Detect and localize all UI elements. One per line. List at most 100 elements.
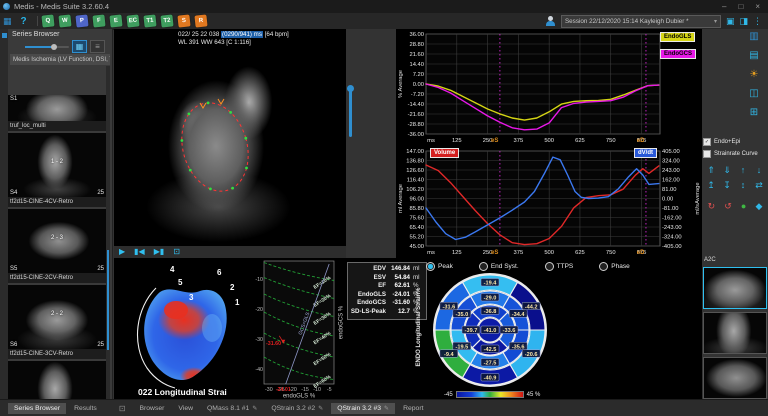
mode-label: End Syst. [491, 263, 519, 270]
arrow-icon-4[interactable]: ↥ [707, 180, 715, 191]
fit-to-view-button[interactable]: ⊡ [173, 247, 180, 257]
svg-text:-15: -15 [301, 387, 309, 393]
grid-view-button[interactable]: ▦ [72, 40, 87, 53]
series-frame-count: 25 [97, 190, 104, 196]
arrow-icon-0[interactable]: ⇑ [707, 165, 715, 176]
svg-text:% Average: % Average [398, 70, 404, 98]
layout-grid-icon[interactable]: ▦ [3, 16, 12, 27]
tool-icon-2[interactable]: ☀ [750, 69, 759, 80]
arrow-icon-6[interactable]: ↕ [741, 180, 746, 191]
svg-text:-20.6: -20.6 [525, 352, 538, 358]
legend-chip-volume[interactable]: Volume [430, 148, 459, 158]
restore-session-button[interactable]: ◨ [739, 16, 748, 27]
ef-nomogram-chart[interactable]: -30-25-20-15-10-5-10-20-30-40EF=10%EF=20… [251, 258, 345, 399]
close-button[interactable]: × [755, 2, 760, 11]
app-icon-q[interactable]: Q [41, 14, 54, 27]
svg-text:-30: -30 [255, 337, 263, 343]
app-icon-s[interactable]: S [177, 14, 190, 27]
help-icon[interactable]: ? [21, 16, 27, 27]
workflow-tab-qmass811[interactable]: QMass 8.1 #1✎ [201, 403, 263, 414]
workflow-tab-browser[interactable]: Browser [133, 403, 170, 414]
rotate-icon-0[interactable]: ↻ [708, 201, 716, 212]
mode-label: Peak [438, 263, 453, 270]
next-frame-button[interactable]: ▶▮ [154, 247, 165, 257]
bullseye-plot[interactable]: -19.4-44.2-20.6-40.9-9.4-31.6-29.0-34.4-… [428, 272, 554, 390]
right-tool-panel: ▥ ▤ ☀ ◫ ⊞ ✓Endo+Epi Strainrate Curve ⇑ ⇓ ↑ ↓ ↥ ↧ ↕ ⇄… [702, 29, 768, 399]
strain-3d-model[interactable]: 453621 022 Longitudinal Strai [114, 258, 250, 399]
save-session-button[interactable]: ▣ [726, 16, 735, 27]
legend-chip-endogls[interactable]: EndoGLS [660, 32, 695, 42]
workflow-tab-report[interactable]: Report [397, 403, 429, 414]
svg-text:106.20: 106.20 [406, 187, 424, 193]
svg-text:28.80: 28.80 [409, 42, 424, 48]
app-icon-p[interactable]: P [75, 14, 88, 27]
workflow-tab-view[interactable]: View [172, 403, 199, 414]
checkbox-endoepi[interactable]: ✓Endo+Epi [703, 138, 767, 146]
rotate-icon-2[interactable]: ● [741, 201, 746, 212]
overflow-menu-icon[interactable]: ⋮ [753, 16, 762, 27]
legend-chip-endogcs[interactable]: EndoGCS [660, 49, 696, 59]
svg-text:-243.00: -243.00 [662, 225, 682, 231]
app-icon-t2[interactable]: T2 [160, 14, 173, 27]
arrow-icon-2[interactable]: ↑ [741, 165, 746, 176]
series-thumbnail[interactable]: S5252 - 3tf2d15-CINE-2CV-Retro [8, 209, 106, 285]
app-icon-f[interactable]: F [92, 14, 105, 27]
app-icon-w[interactable]: W [58, 14, 71, 27]
cine-viewport[interactable]: 022/ 25 22 038 (0290/941) ms [64 bpm] WL… [114, 29, 346, 246]
session-dropdown[interactable]: Session 22/12/2020 15:14 Kayleigh Dubier… [561, 15, 721, 28]
dock-icon[interactable] [2, 33, 7, 38]
minimize-button[interactable]: – [722, 2, 726, 11]
series-thumbnail-image: S4251 - 2 [8, 133, 106, 197]
svg-text:2: 2 [230, 283, 235, 292]
tool-icon-1[interactable]: ▤ [749, 50, 758, 61]
result-value: -31.60 [386, 299, 410, 308]
tool-icon-0[interactable]: ▥ [749, 31, 758, 42]
tool-icon-3[interactable]: ◫ [749, 88, 758, 99]
series-thumbnail[interactable]: S1truf_loc_multi [8, 95, 106, 133]
series-thumbnail[interactable]: S4251 - 2tf2d15-CINE-4CV-Retro [8, 133, 106, 209]
view-thumbnail-1[interactable] [703, 312, 767, 354]
result-value: 54.84 [386, 274, 410, 283]
view-thumbnail-2[interactable] [703, 357, 767, 399]
legend-chip-dvdt[interactable]: dV/dt [634, 148, 657, 158]
workflow-tab-qstrain323[interactable]: QStrain 3.2 #3✎ [331, 403, 395, 414]
series-thumbnail[interactable]: S6252 - 2tf2d15-CINE-3CV-Retro [8, 285, 106, 361]
mode-radio-ttps[interactable]: TTPS [545, 262, 574, 271]
mode-radio-phase[interactable]: Phase [599, 262, 629, 271]
app-icon-t1[interactable]: T1 [143, 14, 156, 27]
app-icon-e[interactable]: E [109, 14, 122, 27]
arrow-icon-1[interactable]: ⇓ [723, 165, 731, 176]
user-icon [545, 16, 556, 26]
app-icon-ec[interactable]: EC [126, 14, 139, 27]
rotate-icon-1[interactable]: ↺ [724, 201, 732, 212]
zoom-slider[interactable] [349, 88, 352, 137]
workflow-tab-qstrain322[interactable]: QStrain 3.2 #2✎ [265, 403, 329, 414]
previous-frame-button[interactable]: ▮◀ [134, 247, 145, 257]
zoom-slider-handle[interactable] [347, 85, 354, 92]
panel-tab-results[interactable]: Results [68, 403, 103, 414]
study-tab[interactable]: Medis Ischemia (LV Function, DSI, T... [10, 54, 110, 65]
tool-icon-4[interactable]: ⊞ [750, 107, 758, 118]
series-scrollbar[interactable] [106, 66, 110, 399]
rotate-icon-3[interactable]: ◆ [755, 201, 762, 212]
scrollbar-handle[interactable] [107, 250, 109, 350]
arrow-icon-3[interactable]: ↓ [757, 165, 762, 176]
arrow-icon-7[interactable]: ⇄ [755, 180, 763, 191]
maximize-button[interactable]: □ [738, 2, 743, 11]
expand-panel-icon[interactable]: ⊡ [119, 404, 126, 413]
mode-radio-endsyst[interactable]: End Syst. [479, 262, 519, 271]
result-row: EndoGCS-31.60% [350, 299, 424, 308]
list-view-button[interactable]: ≡ [90, 40, 105, 53]
play-button[interactable]: ▶ [119, 247, 125, 257]
checkbox-strainratecurve[interactable]: Strainrate Curve [703, 150, 767, 158]
thumbnail-size-slider[interactable] [25, 46, 69, 48]
app-icon-r[interactable]: R [194, 14, 207, 27]
series-thumbnail[interactable] [8, 361, 106, 399]
volume-time-chart[interactable]: 147.00136.80126.60116.40106.2096.0085.80… [396, 146, 702, 258]
panel-tab-seriesbrowser[interactable]: Series Browser [8, 403, 66, 414]
view-thumbnail-0[interactable] [703, 267, 767, 309]
arrow-icon-5[interactable]: ↧ [723, 180, 731, 191]
result-label: ESV [350, 274, 386, 283]
strain-time-chart[interactable]: 36.0028.8021.6014.407.200.00-7.20-14.40-… [396, 29, 702, 146]
mode-radio-peak[interactable]: Peak [426, 262, 453, 271]
